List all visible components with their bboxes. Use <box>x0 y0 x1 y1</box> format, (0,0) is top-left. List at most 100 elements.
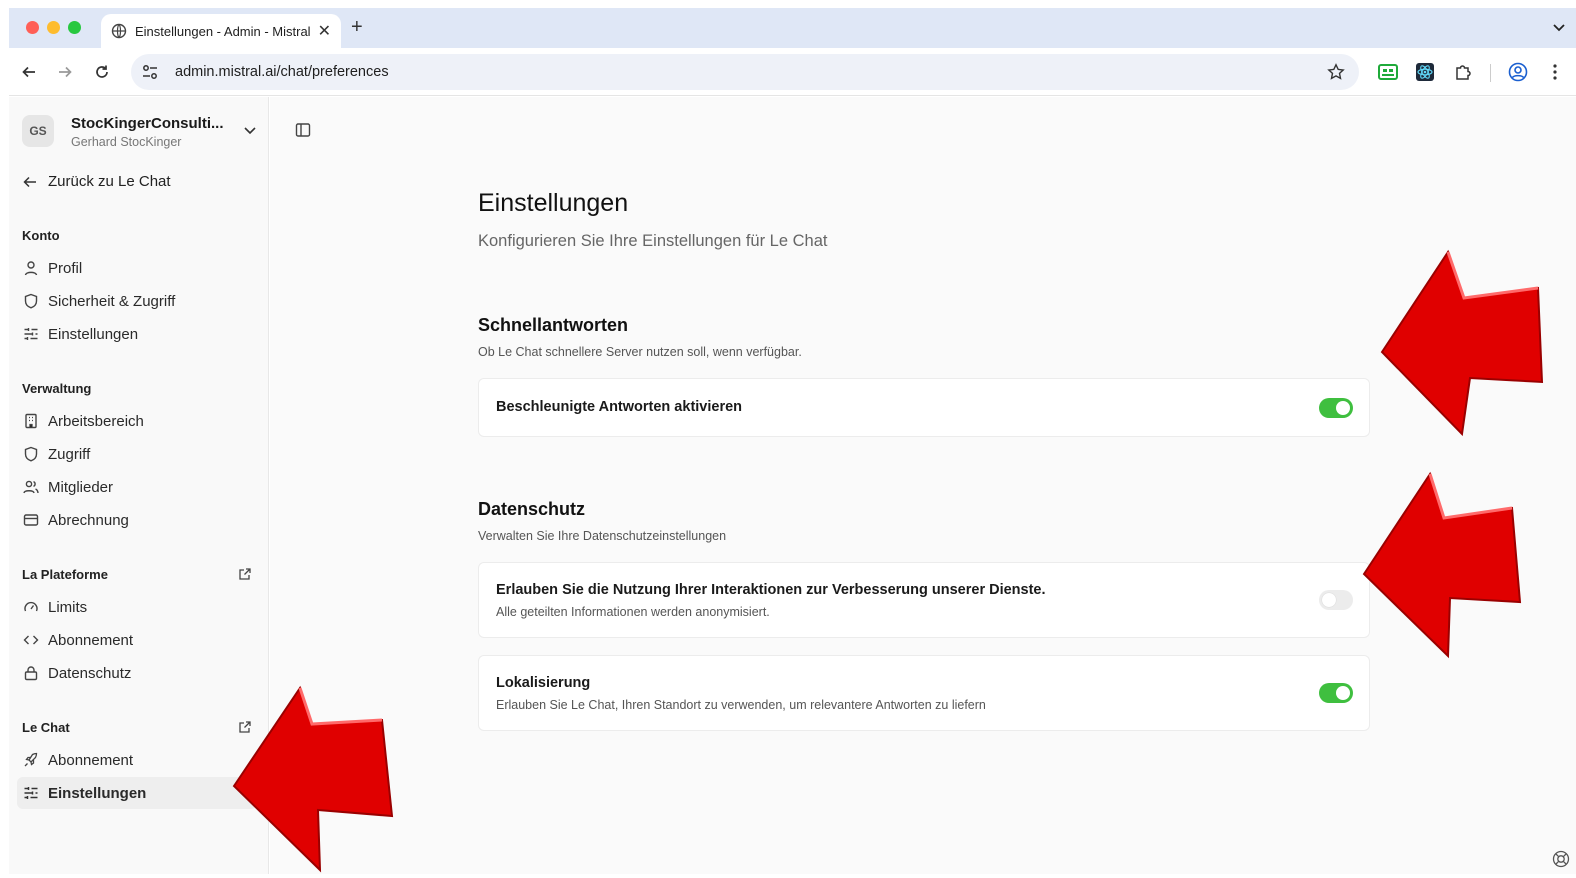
minimize-window-button[interactable] <box>47 21 60 34</box>
profile-icon[interactable] <box>1508 62 1528 82</box>
sliders-icon <box>24 328 38 340</box>
browser-toolbar: admin.mistral.ai/chat/preferences <box>9 48 1576 96</box>
section-desc-datenschutz: Verwalten Sie Ihre Datenschutzeinstellun… <box>478 529 727 543</box>
back-label: Zurück zu Le Chat <box>48 173 171 190</box>
sidebar-item-label: Abonnement <box>48 631 134 649</box>
forward-button[interactable] <box>55 62 75 82</box>
section-le-chat: Le Chat <box>22 720 70 735</box>
sidebar-item-label: Limits <box>48 598 88 616</box>
arrow-left-icon <box>23 176 36 187</box>
tab-title: Einstellungen - Admin - Mistral <box>135 23 311 39</box>
rocket-icon <box>24 752 38 767</box>
gauge-icon <box>24 601 38 612</box>
section-verwaltung: Verwaltung <box>22 381 92 396</box>
close-tab-icon[interactable]: ✕ <box>318 21 331 41</box>
annotation-arrow-training <box>1362 471 1522 659</box>
arrow-right-icon <box>59 66 72 78</box>
address-bar[interactable]: admin.mistral.ai/chat/preferences <box>131 54 1359 90</box>
avatar: GS <box>22 115 54 147</box>
fast-answers-toggle[interactable] <box>1319 398 1353 418</box>
annotation-arrow-sidebar-settings <box>232 685 394 873</box>
sidebar-item-label: Datenschutz <box>48 664 132 682</box>
page-subtitle: Konfigurieren Sie Ihre Einstellungen für… <box>478 232 828 250</box>
toolbar-divider <box>1490 64 1491 82</box>
setting-title: Lokalisierung <box>496 675 591 691</box>
sidebar-item-abrechnung[interactable]: Abrechnung <box>17 504 257 536</box>
org-user: Gerhard StocKinger <box>71 135 182 149</box>
sidebar-item-einstellungen-konto[interactable]: Einstellungen <box>17 318 257 350</box>
reload-button[interactable] <box>92 62 112 82</box>
globe-icon <box>111 23 127 39</box>
setting-card-training: Erlauben Sie die Nutzung Ihrer Interakti… <box>478 562 1370 638</box>
user-icon <box>24 261 38 276</box>
sidebar-item-einstellungen-chat[interactable]: Einstellungen <box>17 777 257 809</box>
setting-title: Erlauben Sie die Nutzung Ihrer Interakti… <box>496 582 1046 598</box>
sidebar-item-zugriff[interactable]: Zugriff <box>17 438 257 470</box>
browser-tab[interactable]: Einstellungen - Admin - Mistral ✕ <box>101 14 341 48</box>
extension-green-icon[interactable] <box>1378 62 1398 82</box>
org-switcher[interactable]: GS StocKingerConsulti... Gerhard StocKin… <box>22 113 257 153</box>
extensions-puzzle-icon[interactable] <box>1453 62 1473 82</box>
sidebar-item-datenschutz[interactable]: Datenschutz <box>17 657 257 689</box>
sidebar-item-label: Sicherheit & Zugriff <box>48 292 176 310</box>
browser-menu-icon[interactable] <box>1545 62 1565 82</box>
tab-search-button[interactable] <box>1548 17 1570 39</box>
shield-icon <box>24 293 38 309</box>
arrow-left-icon <box>22 66 35 78</box>
external-link-icon[interactable] <box>238 567 252 581</box>
setting-desc: Alle geteilten Informationen werden anon… <box>496 605 770 619</box>
sidebar-item-label: Abrechnung <box>48 511 129 529</box>
section-konto: Konto <box>22 228 60 243</box>
maximize-window-button[interactable] <box>68 21 81 34</box>
section-la-plateforme: La Plateforme <box>22 567 108 582</box>
lock-icon <box>24 666 38 681</box>
localization-toggle[interactable] <box>1319 683 1353 703</box>
shield-icon <box>24 446 38 462</box>
chevron-down-icon <box>1553 24 1565 32</box>
sidebar-item-label: Arbeitsbereich <box>48 412 144 430</box>
sidebar-item-label: Einstellungen <box>48 784 147 802</box>
back-button[interactable] <box>19 62 39 82</box>
code-icon <box>23 635 39 645</box>
sidebar-item-sicherheit[interactable]: Sicherheit & Zugriff <box>17 285 257 317</box>
users-icon <box>23 480 39 494</box>
new-tab-button[interactable]: + <box>351 16 363 39</box>
toggle-knob <box>1322 593 1336 607</box>
setting-title: Beschleunigte Antworten aktivieren <box>496 399 743 415</box>
sidebar-item-arbeitsbereich[interactable]: Arbeitsbereich <box>17 405 257 437</box>
site-settings-icon[interactable] <box>141 63 159 81</box>
credit-card-icon <box>23 514 39 526</box>
tab-bar: Einstellungen - Admin - Mistral ✕ + <box>9 8 1576 48</box>
section-title-datenschutz: Datenschutz <box>478 499 586 519</box>
toggle-knob <box>1336 686 1350 700</box>
setting-card-localization: Lokalisierung Erlauben Sie Le Chat, Ihre… <box>478 655 1370 731</box>
setting-card-fast-answers: Beschleunigte Antworten aktivieren <box>478 378 1370 437</box>
reload-icon <box>96 65 108 78</box>
building-icon <box>25 413 37 429</box>
section-desc-schnellantworten: Ob Le Chat schnellere Server nutzen soll… <box>478 345 802 359</box>
help-lifebuoy-icon[interactable] <box>1552 850 1570 868</box>
sidebar-item-label: Profil <box>48 259 83 277</box>
sidebar-item-abonnement-plateforme[interactable]: Abonnement <box>17 624 257 656</box>
bookmark-star-icon[interactable] <box>1327 63 1345 81</box>
sidebar-toggle-icon[interactable] <box>295 122 311 138</box>
url-text: admin.mistral.ai/chat/preferences <box>175 64 389 80</box>
sidebar-item-limits[interactable]: Limits <box>17 591 257 623</box>
page-title: Einstellungen <box>478 189 629 217</box>
org-name: StocKingerConsulti... <box>71 115 224 132</box>
setting-desc: Erlauben Sie Le Chat, Ihren Standort zu … <box>496 698 986 712</box>
close-window-button[interactable] <box>26 21 39 34</box>
sidebar-item-abonnement-chat[interactable]: Abonnement <box>17 744 257 776</box>
extension-react-icon[interactable] <box>1415 62 1435 82</box>
section-title-schnellantworten: Schnellantworten <box>478 315 629 335</box>
sidebar: GS StocKingerConsulti... Gerhard StocKin… <box>9 97 269 874</box>
sidebar-item-profil[interactable]: Profil <box>17 252 257 284</box>
sidebar-item-label: Abonnement <box>48 751 134 769</box>
back-to-chat-link[interactable]: Zurück zu Le Chat <box>22 173 171 190</box>
training-toggle[interactable] <box>1319 590 1353 610</box>
annotation-arrow-fast-answers <box>1380 249 1544 437</box>
sidebar-item-label: Mitglieder <box>48 478 114 496</box>
sidebar-item-mitglieder[interactable]: Mitglieder <box>17 471 257 503</box>
toggle-knob <box>1336 401 1350 415</box>
sliders-icon <box>24 787 38 799</box>
